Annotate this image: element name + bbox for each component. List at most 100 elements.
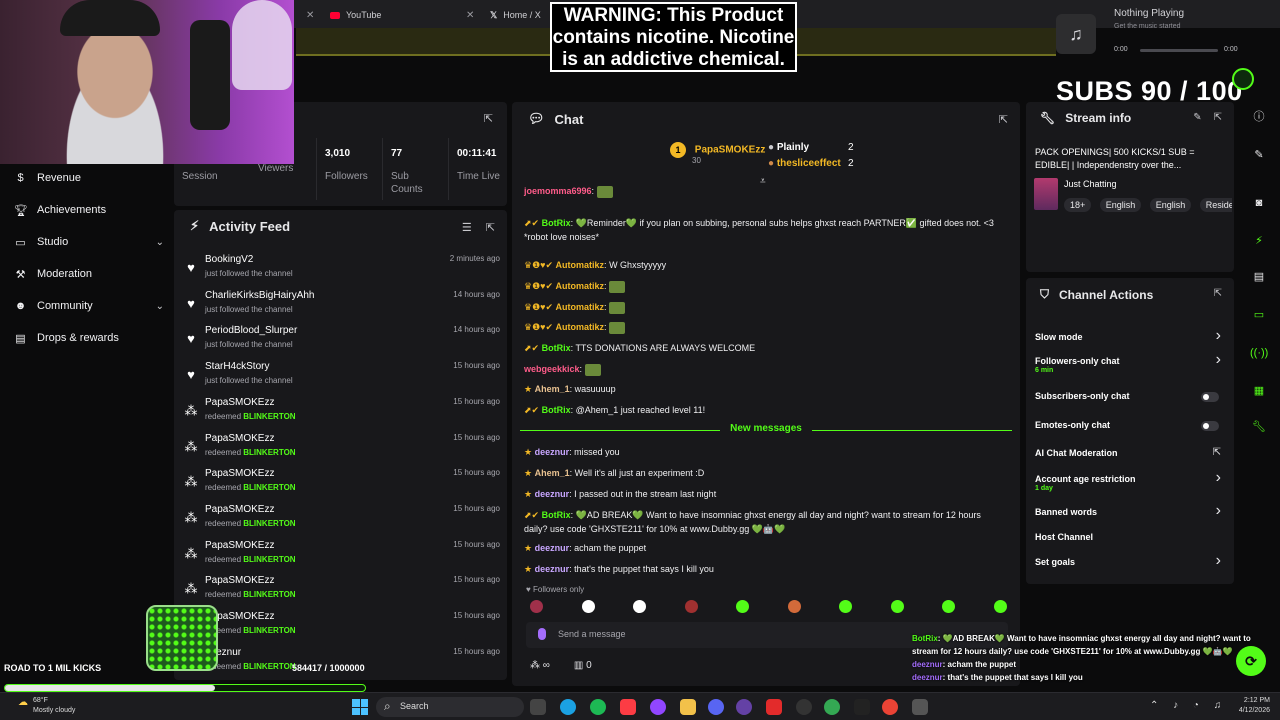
emote-icon[interactable] [839,600,852,613]
chrome-icon[interactable] [824,699,840,715]
chat-username[interactable]: deeznur [535,489,570,499]
chat-username[interactable]: Automatikz [556,260,605,270]
chat-message[interactable]: ⬈✔ BotRix: TTS DONATIONS ARE ALWAYS WELC… [524,341,1004,355]
leaderboard-second[interactable]: ● Plainly 2 [768,142,854,153]
sidebar-item-community[interactable]: ☻ Community ⌄ [14,295,164,317]
activity-item[interactable]: ♥ CharlieKirksBigHairyAhh just followed th… [184,290,500,322]
toggle-switch[interactable] [1201,421,1219,431]
chat-message[interactable]: ⬈✔ BotRix: @Ahem_1 just reached level 11… [524,403,1004,417]
chat-username[interactable]: deeznur [535,564,570,574]
chat-message[interactable]: ★ deeznur: acham the puppet [524,541,1004,555]
tag-chip[interactable]: English [1149,198,1192,212]
sidebar-item-moderation[interactable]: ⚒ Moderation [14,263,164,285]
chat-username[interactable]: joemomma6996 [524,186,592,196]
stream-category[interactable]: Just Chatting [1064,179,1117,189]
sidebar-item-drops-rewards[interactable]: ▤ Drops & rewards [14,327,164,349]
activity-item[interactable]: ⁂PapaSMOKEzzredeemed BLINKERTON15 hours … [184,468,501,500]
channel-action-item[interactable]: Host Channel [1035,532,1225,552]
chat-message[interactable]: ★ deeznur: missed you [524,445,1004,459]
obs-icon[interactable] [736,699,752,715]
system-tray-icons[interactable]: ⌃ ♪ ◔ ♫ [1150,700,1227,711]
channel-action-item[interactable]: Subscribers-only chat [1035,391,1225,411]
expand-icon[interactable]: ⇱ [484,112,493,125]
system-clock[interactable]: 2:12 PM 4/12/2026 [1239,696,1270,716]
taskbar-search[interactable]: Search [376,697,524,717]
expand-icon[interactable]: ⇱ [1214,112,1222,123]
tag-chip[interactable]: 18+ [1064,198,1092,212]
chat-username[interactable]: Automatikz [556,302,605,312]
emote-icon[interactable] [993,600,1007,613]
tab-youtube[interactable]: YouTube [330,6,381,24]
chrome-icon[interactable] [882,699,898,715]
filter-icon[interactable]: ☰ [462,221,472,234]
store-button[interactable]: ▥ 0 [574,660,592,671]
activity-item[interactable]: ⁂PapaSMOKEzzredeemed BLINKERTON15 hours … [184,433,501,465]
lightning-icon[interactable]: ⚡︎ [1250,232,1268,250]
new-messages-divider[interactable]: New messages [520,423,1012,437]
chat-username[interactable]: BotRix [542,218,571,228]
emote-icon[interactable] [684,600,698,613]
activity-item[interactable]: ⁂PapaSMOKEzzredeemed BLINKERTON15 hours … [184,611,501,643]
music-progress-bar[interactable] [1140,49,1218,52]
activity-item[interactable]: ♥ PeriodBlood_Slurper just followed the ch… [184,325,500,357]
leaderboard-third[interactable]: ● thesliceeffect 2 [768,158,854,169]
chat-message[interactable]: ⬈✔ BotRix: 💚AD BREAK💚 Want to have insom… [524,508,1004,536]
activity-item[interactable]: ⁂PapaSMOKEzzredeemed BLINKERTON15 hours … [184,540,501,572]
windows-start-icon[interactable] [352,699,368,715]
channel-action-item[interactable]: Followers-only chat 6 min › [1035,351,1225,376]
app-icon[interactable] [912,699,928,715]
channel-action-item[interactable]: Banned words › [1035,502,1225,527]
chat-message[interactable]: ★ deeznur: I passed out in the stream la… [524,487,1004,501]
spotify-icon[interactable] [590,699,606,715]
wrench-icon[interactable]: 🔧︎ [1250,418,1268,436]
emote-icon[interactable] [890,600,904,613]
layout-icon[interactable]: ▦ [1250,382,1268,400]
music-app-icon[interactable] [620,699,636,715]
chrome-icon[interactable] [560,699,576,715]
app-icon[interactable] [796,699,812,715]
points-button[interactable]: ⁂ ∞ [530,660,550,671]
pencil-icon[interactable]: ✎ [1250,146,1268,164]
camera-icon[interactable]: ◙ [1250,194,1268,212]
emote-icon[interactable] [530,600,543,613]
chat-username[interactable]: Ahem_1 [535,384,570,394]
tab-close-youtube[interactable]: ✕ [466,6,474,24]
channel-action-item[interactable]: Account age restriction 1 day › [1035,469,1225,494]
chat-message[interactable]: ♛❶♥✔ Automatikz: W Ghxstyyyyy [524,258,1004,272]
info-icon[interactable]: ⓘ [1250,108,1268,126]
app-icon[interactable] [766,699,782,715]
chat-message[interactable]: joemomma6996: [524,184,1004,198]
tag-chip[interactable]: English [1099,198,1142,212]
pencil-icon[interactable]: ✎ [1193,112,1201,123]
chat-message[interactable]: ⬈✔ BotRix: 💚Reminder💚 if you plan on sub… [524,216,1004,244]
chat-username[interactable]: Ahem_1 [535,468,570,478]
activity-item[interactable]: ⁂PapaSMOKEzzredeemed BLINKERTON15 hours … [184,504,501,536]
broadcast-icon[interactable]: ((·)) [1250,344,1268,362]
sidebar-item-revenue[interactable]: $ Revenue [14,167,164,189]
emote-icon[interactable] [633,600,646,613]
emote-icon[interactable] [787,600,801,613]
activity-item[interactable]: ♥ StarH4ckStory just followed the channel 1… [184,361,500,393]
chat-username[interactable]: BotRix [542,510,571,520]
chat-message[interactable]: webgeekkick: [524,362,1004,376]
chat-icon[interactable]: ▭ [1250,306,1268,324]
kick-live-button[interactable]: ⟳ [1236,646,1266,676]
expand-icon[interactable]: ⇱ [1214,288,1222,299]
document-icon[interactable]: ▤ [1250,268,1268,286]
task-view-icon[interactable] [530,699,546,715]
channel-action-item[interactable]: Set goals › [1035,552,1225,577]
tag-chip[interactable]: Reside [1199,198,1232,212]
expand-icon[interactable]: ⇱ [999,113,1008,126]
channel-action-item[interactable]: Emotes-only chat [1035,420,1225,440]
toggle-switch[interactable] [1201,392,1219,402]
chat-username[interactable]: BotRix [542,405,571,415]
activity-item[interactable]: ⁂PapaSMOKEzzredeemed BLINKERTON15 hours … [184,575,501,607]
chat-message[interactable]: ★ deeznur: that's the puppet that says I… [524,562,1004,576]
sidebar-item-studio[interactable]: ▭ Studio ⌄ [14,231,164,253]
chat-username[interactable]: Automatikz [556,281,605,291]
chat-username[interactable]: webgeekkick [524,364,580,374]
channel-action-item[interactable]: AI Chat Moderation ⇱ [1035,447,1225,468]
chat-username[interactable]: BotRix [542,343,571,353]
chat-message[interactable]: ★ Ahem_1: wasuuuup [524,382,1004,396]
discord-icon[interactable] [708,699,724,715]
